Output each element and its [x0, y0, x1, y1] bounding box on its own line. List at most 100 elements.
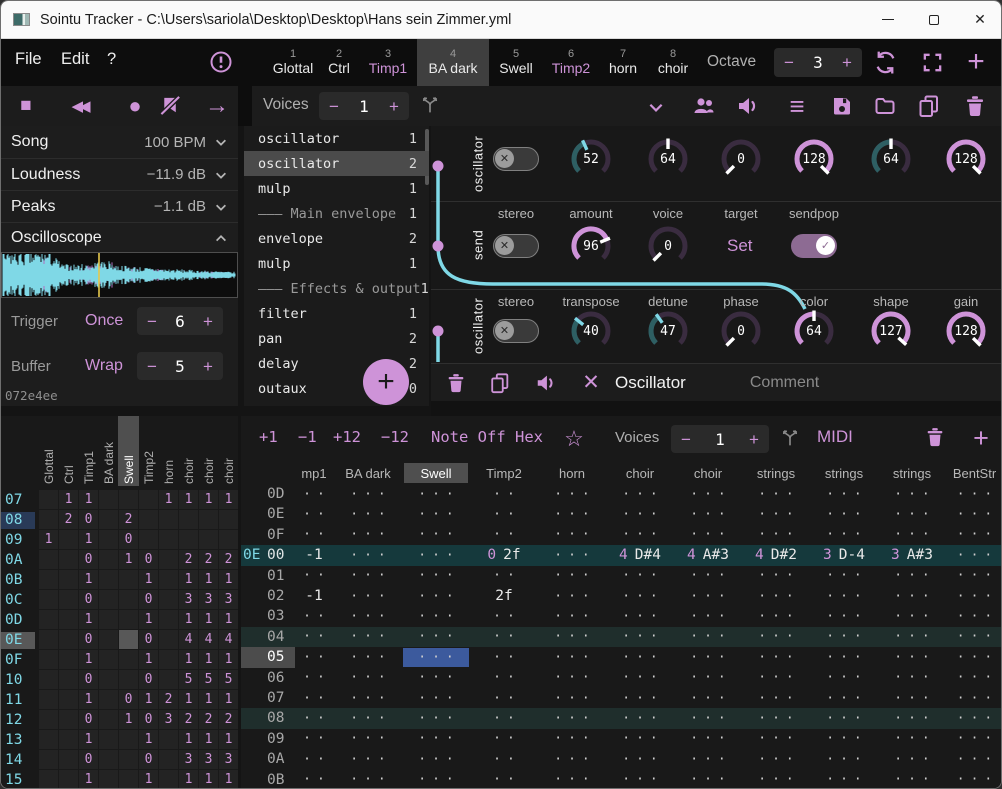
- order-cell[interactable]: 1: [219, 610, 238, 629]
- pattern-cell[interactable]: ···: [810, 770, 878, 789]
- pattern-cell[interactable]: ···: [742, 484, 810, 504]
- knob-param2[interactable]: 64: [640, 136, 696, 182]
- order-cell[interactable]: [39, 710, 58, 729]
- clear-unit-icon[interactable]: ✕: [581, 370, 601, 395]
- pattern-cell[interactable]: ··: [294, 525, 334, 545]
- order-cell[interactable]: [159, 630, 178, 649]
- pattern-cell[interactable]: ···: [946, 627, 1002, 647]
- order-cell[interactable]: 1: [119, 710, 138, 729]
- pattern-cell[interactable]: ···: [538, 668, 606, 688]
- pattern-cell[interactable]: ···: [742, 729, 810, 749]
- order-cell[interactable]: 1: [179, 610, 198, 629]
- order-cell[interactable]: [159, 670, 178, 689]
- pattern-cell[interactable]: ···: [402, 647, 470, 667]
- order-cell[interactable]: [99, 590, 118, 609]
- order-cell[interactable]: 1: [219, 650, 238, 669]
- pattern-cell[interactable]: 3A#3: [878, 545, 946, 565]
- pattern-cell[interactable]: ··: [470, 668, 538, 688]
- pattern-cell[interactable]: ··: [294, 688, 334, 708]
- pattern-cell[interactable]: ··: [470, 770, 538, 789]
- chevron-down-icon[interactable]: [214, 135, 228, 149]
- order-cell[interactable]: 2: [179, 550, 198, 569]
- pattern-cell[interactable]: ···: [402, 504, 470, 524]
- pattern-cell[interactable]: ···: [334, 504, 402, 524]
- pattern-cell[interactable]: ···: [810, 586, 878, 606]
- order-cell[interactable]: 0: [139, 590, 158, 609]
- order-cell[interactable]: [99, 690, 118, 709]
- unit-list-item-delay[interactable]: delay2: [244, 351, 429, 376]
- order-cell[interactable]: 5: [179, 670, 198, 689]
- pattern-cell[interactable]: ···: [606, 668, 674, 688]
- order-cell[interactable]: 3: [199, 590, 218, 609]
- pattern-cell[interactable]: ··: [470, 647, 538, 667]
- pattern-cell[interactable]: ···: [402, 749, 470, 769]
- pattern-cell[interactable]: ···: [606, 708, 674, 728]
- pattern-track-header-ba-dark[interactable]: BA dark: [336, 463, 400, 483]
- knob-amount[interactable]: 96: [563, 223, 619, 269]
- order-cell[interactable]: [59, 630, 78, 649]
- split-track-icon[interactable]: [779, 427, 801, 449]
- pattern-cell[interactable]: ···: [606, 484, 674, 504]
- pattern-voices-decrement-button[interactable]: −: [681, 431, 691, 448]
- pattern-cell[interactable]: ···: [946, 525, 1002, 545]
- order-cell[interactable]: 1: [199, 610, 218, 629]
- order-cell[interactable]: 2: [119, 510, 138, 529]
- stop-icon[interactable]: ■: [13, 86, 39, 126]
- pattern-row-number[interactable]: 06: [267, 670, 295, 686]
- order-cell[interactable]: [99, 750, 118, 769]
- order-cell[interactable]: [139, 490, 158, 509]
- order-cell[interactable]: [119, 630, 138, 649]
- pattern-cell[interactable]: ···: [810, 749, 878, 769]
- pattern-cell[interactable]: ···: [538, 504, 606, 524]
- pattern-cell[interactable]: ···: [402, 566, 470, 586]
- minimize-button[interactable]: [865, 1, 911, 38]
- pattern-cell[interactable]: ···: [946, 647, 1002, 667]
- pattern-cell[interactable]: ···: [878, 627, 946, 647]
- pattern-cell[interactable]: ···: [606, 627, 674, 647]
- pattern-cell[interactable]: ···: [606, 504, 674, 524]
- order-column-header-swell[interactable]: Swell: [121, 418, 137, 484]
- pattern-cell[interactable]: ···: [334, 729, 402, 749]
- pattern-cell[interactable]: ···: [878, 586, 946, 606]
- pattern-track-header-timp2[interactable]: Timp2: [472, 463, 536, 483]
- pattern-cell[interactable]: ···: [606, 647, 674, 667]
- pattern-cell[interactable]: ···: [674, 647, 742, 667]
- chevron-down-icon[interactable]: [647, 98, 665, 116]
- order-cell[interactable]: [159, 510, 178, 529]
- pattern-cell[interactable]: ···: [402, 708, 470, 728]
- pattern-row-number[interactable]: 08: [267, 710, 295, 726]
- peaks-row[interactable]: Peaks −1.1 dB: [1, 191, 238, 223]
- pattern-cell[interactable]: ···: [878, 566, 946, 586]
- order-cell[interactable]: 0: [139, 750, 158, 769]
- order-cell[interactable]: 1: [199, 490, 218, 509]
- order-cell[interactable]: 1: [59, 490, 78, 509]
- pattern-cell[interactable]: ···: [538, 627, 606, 647]
- pattern-row-number[interactable]: 07: [267, 690, 295, 706]
- close-button[interactable]: ✕: [957, 1, 1002, 38]
- pattern-cell[interactable]: ···: [334, 708, 402, 728]
- pattern-cell[interactable]: ···: [334, 545, 402, 565]
- pattern-cell[interactable]: ···: [946, 708, 1002, 728]
- pattern-track-header-strings[interactable]: strings: [744, 463, 808, 483]
- buffer-increment-button[interactable]: +: [203, 358, 213, 375]
- buffer-decrement-button[interactable]: −: [147, 358, 157, 375]
- pattern-cell[interactable]: ···: [810, 606, 878, 626]
- pattern-row-number[interactable]: 04: [267, 629, 295, 645]
- pattern-toolbar-button-−1[interactable]: −1: [298, 428, 317, 446]
- voices-decrement-button[interactable]: −: [329, 98, 339, 115]
- order-column-header-choir[interactable]: choir: [181, 418, 197, 484]
- order-cell[interactable]: 2: [159, 690, 178, 709]
- pattern-cell[interactable]: ···: [538, 525, 606, 545]
- pattern-track-header-choir[interactable]: choir: [608, 463, 672, 483]
- add-track-icon[interactable]: +: [966, 418, 996, 458]
- unit-list-item-envelope[interactable]: envelope2: [244, 226, 429, 251]
- loop-icon[interactable]: [873, 50, 898, 75]
- order-cell[interactable]: [119, 570, 138, 589]
- pattern-track-header-swell[interactable]: Swell: [404, 463, 468, 483]
- order-cell[interactable]: [159, 590, 178, 609]
- pattern-cell[interactable]: ···: [538, 586, 606, 606]
- pattern-cell[interactable]: ···: [742, 627, 810, 647]
- order-cell[interactable]: [119, 770, 138, 789]
- track-tab-ctrl[interactable]: 2Ctrl: [317, 39, 361, 86]
- pattern-row-number[interactable]: 09: [267, 731, 295, 747]
